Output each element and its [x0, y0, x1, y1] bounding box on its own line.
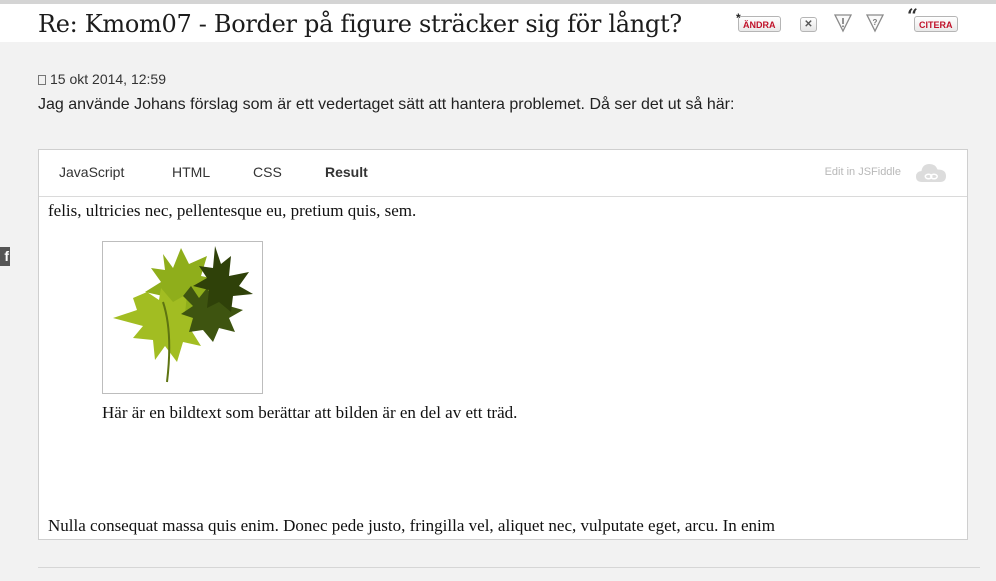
- tab-css[interactable]: CSS: [253, 164, 282, 180]
- facebook-icon[interactable]: f: [0, 247, 10, 266]
- maple-leaves-image: [113, 246, 253, 383]
- quote-label: CITERA: [919, 20, 953, 30]
- question-button[interactable]: ?: [865, 13, 885, 38]
- figure-caption: Här är en bildtext som berättar att bild…: [102, 403, 518, 422]
- post-body: Jag använde Johans förslag som är ett ve…: [38, 96, 735, 113]
- exclamation-icon: [833, 14, 853, 33]
- post-date: 15 okt 2014, 12:59: [50, 71, 166, 87]
- result-pane: felis, ultricies nec, pellentesque eu, p…: [39, 197, 967, 539]
- figure-image: [102, 241, 263, 394]
- x-icon: ✕: [804, 19, 813, 30]
- result-bottom-paragraph: Nulla consequat massa quis enim. Donec p…: [48, 516, 775, 535]
- edit-label: ÄNDRA: [743, 20, 776, 30]
- svg-text:?: ?: [873, 18, 878, 27]
- result-top-paragraph: felis, ultricies nec, pellentesque eu, p…: [48, 201, 417, 220]
- tab-javascript[interactable]: JavaScript: [59, 164, 124, 180]
- cloud-icon[interactable]: [915, 161, 947, 185]
- quote-button[interactable]: “ CITERA: [907, 7, 958, 32]
- question-icon: ?: [865, 14, 885, 33]
- edit-button[interactable]: * ÄNDRA: [736, 11, 781, 32]
- post-meta: 15 okt 2014, 12:59: [38, 71, 166, 87]
- post-title: Re: Kmom07 - Border på figure sträcker s…: [38, 10, 682, 38]
- delete-button[interactable]: ✕: [800, 17, 817, 32]
- tab-html[interactable]: HTML: [172, 164, 210, 180]
- document-icon: [38, 75, 46, 85]
- star-icon: *: [736, 11, 741, 25]
- post-header: Re: Kmom07 - Border på figure sträcker s…: [0, 4, 996, 42]
- jsfiddle-tabbar: JavaScript HTML CSS Result Edit in JSFid…: [39, 150, 967, 197]
- divider: [38, 567, 980, 568]
- tab-result[interactable]: Result: [325, 164, 368, 180]
- edit-in-jsfiddle-link[interactable]: Edit in JSFiddle: [825, 166, 901, 178]
- quote-icon: “: [907, 5, 918, 27]
- jsfiddle-embed: JavaScript HTML CSS Result Edit in JSFid…: [38, 149, 968, 540]
- post-actions: * ÄNDRA ✕ ? “ CITERA: [736, 7, 978, 34]
- report-button[interactable]: [833, 13, 853, 38]
